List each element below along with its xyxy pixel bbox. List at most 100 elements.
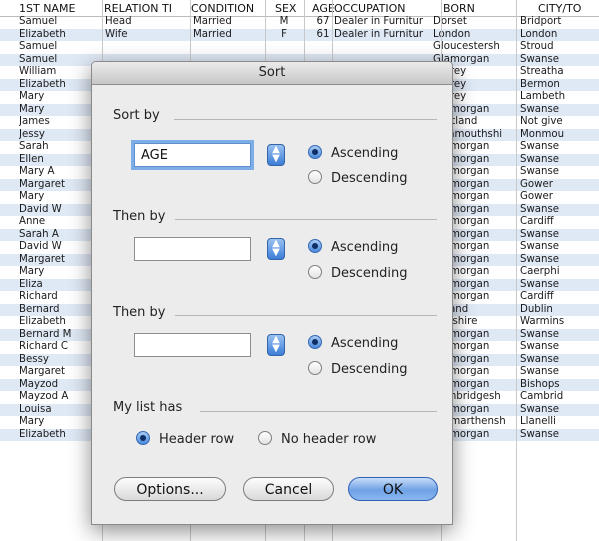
table-cell[interactable]: Cardiff <box>520 291 599 303</box>
then-by-2-ascending-radio[interactable]: Ascending <box>308 335 398 351</box>
table-cell[interactable]: Swanse <box>520 166 599 178</box>
column-header[interactable]: OCCUPATION <box>334 2 406 15</box>
table-cell[interactable]: Married <box>193 29 263 41</box>
table-cell[interactable]: Streatha <box>520 66 599 78</box>
table-cell[interactable]: Elizabeth <box>19 29 101 41</box>
table-cell[interactable]: Swanse <box>520 241 599 253</box>
table-cell[interactable]: Swanse <box>520 279 599 291</box>
table-cell[interactable]: Mary <box>19 104 101 116</box>
table-cell[interactable]: Samuel <box>19 16 101 28</box>
header-row-radio[interactable]: Header row <box>136 431 234 447</box>
table-cell[interactable]: William <box>19 66 101 78</box>
table-cell[interactable]: Dorset <box>433 16 505 28</box>
table-cell[interactable]: Swanse <box>520 366 599 378</box>
then-by-2-field[interactable] <box>134 333 251 357</box>
then-by-1-field[interactable] <box>134 237 251 261</box>
table-cell[interactable]: Margaret <box>19 254 101 266</box>
table-cell[interactable]: Dublin <box>520 304 599 316</box>
table-cell[interactable]: Anne <box>19 216 101 228</box>
table-cell[interactable]: Caerphi <box>520 266 599 278</box>
table-cell[interactable]: Samuel <box>19 41 101 53</box>
table-cell[interactable]: Richard <box>19 291 101 303</box>
table-cell[interactable]: Mayzod <box>19 379 101 391</box>
table-cell[interactable]: Married <box>193 16 263 28</box>
table-cell[interactable]: Dealer in Furnitur <box>334 29 430 41</box>
table-cell[interactable]: Jessy <box>19 129 101 141</box>
table-cell[interactable]: Eliza <box>19 279 101 291</box>
ok-button[interactable]: OK <box>348 477 438 501</box>
then-by-1-ascending-radio[interactable]: Ascending <box>308 239 398 255</box>
table-cell[interactable]: Mary <box>19 191 101 203</box>
table-cell[interactable]: Monmou <box>520 129 599 141</box>
table-row[interactable]: Samuel Head Married M 67 Dealer in Furnitur Do… <box>0 16 599 28</box>
table-cell[interactable]: Cambrid <box>520 391 599 403</box>
table-cell[interactable]: M <box>268 16 300 28</box>
table-cell[interactable]: London <box>433 29 505 41</box>
then-by-1-descending-radio[interactable]: Descending <box>308 265 408 281</box>
table-cell[interactable]: Cardiff <box>520 216 599 228</box>
table-cell[interactable]: Not give <box>520 116 599 128</box>
table-cell[interactable]: Dealer in Furnitur <box>334 16 430 28</box>
table-row[interactable]: Elizabeth Wife Married F 61 Dealer in Furnitu… <box>0 28 599 41</box>
table-cell[interactable]: Ellen <box>19 154 101 166</box>
table-cell[interactable]: Bessy <box>19 354 101 366</box>
table-cell[interactable]: Swanse <box>520 204 599 216</box>
table-cell[interactable]: Swanse <box>520 141 599 153</box>
table-cell[interactable]: Swanse <box>520 254 599 266</box>
table-cell[interactable]: Llanelli <box>520 416 599 428</box>
table-cell[interactable]: James <box>19 116 101 128</box>
up-down-arrows-icon[interactable]: ▲ ▼ <box>267 334 285 356</box>
table-cell[interactable]: Lambeth <box>520 91 599 103</box>
table-cell[interactable]: Mary <box>19 416 101 428</box>
column-header[interactable]: RELATION TI <box>104 2 190 15</box>
table-cell[interactable]: Wife <box>105 29 189 41</box>
options-button[interactable]: Options... <box>114 477 226 501</box>
table-cell[interactable]: London <box>520 29 599 41</box>
table-cell[interactable]: Samuel <box>19 54 101 66</box>
table-cell[interactable]: Swanse <box>520 429 599 441</box>
table-cell[interactable]: Louisa <box>19 404 101 416</box>
table-cell[interactable]: Mary A <box>19 166 101 178</box>
table-cell[interactable]: Elizabeth <box>19 79 101 91</box>
table-cell[interactable]: Swanse <box>520 54 599 66</box>
table-cell[interactable]: Sarah <box>19 141 101 153</box>
sort-by-ascending-radio[interactable]: Ascending <box>308 145 398 161</box>
sort-by-descending-radio[interactable]: Descending <box>308 170 408 186</box>
table-cell[interactable]: Swanse <box>520 341 599 353</box>
table-cell[interactable]: Mary <box>19 266 101 278</box>
table-cell[interactable]: Gower <box>520 179 599 191</box>
dialog-titlebar[interactable]: Sort <box>92 62 452 85</box>
table-cell[interactable]: Stroud <box>520 41 599 53</box>
table-cell[interactable]: Swanse <box>520 229 599 241</box>
up-down-arrows-icon[interactable]: ▲ ▼ <box>267 144 285 166</box>
table-cell[interactable]: Bernard <box>19 304 101 316</box>
column-header[interactable]: SEX <box>275 2 296 15</box>
table-cell[interactable]: Mayzod A <box>19 391 101 403</box>
column-header[interactable]: 1ST NAME <box>19 2 75 15</box>
table-cell[interactable]: Head <box>105 16 189 28</box>
table-cell[interactable]: Bermon <box>520 79 599 91</box>
table-cell[interactable]: Mary <box>19 91 101 103</box>
table-cell[interactable]: Gloucestersh <box>433 41 505 53</box>
table-cell[interactable]: Swanse <box>520 404 599 416</box>
table-cell[interactable]: Swanse <box>520 154 599 166</box>
table-cell[interactable]: F <box>268 29 300 41</box>
table-cell[interactable]: Sarah A <box>19 229 101 241</box>
column-header[interactable]: BORN <box>443 2 475 15</box>
table-cell[interactable]: Richard C <box>19 341 101 353</box>
table-cell[interactable]: Swanse <box>520 354 599 366</box>
table-cell[interactable]: Bernard M <box>19 329 101 341</box>
table-row[interactable]: Samuel Gloucestersh Stroud <box>0 41 599 53</box>
table-cell[interactable]: Margaret <box>19 179 101 191</box>
table-cell[interactable]: Swanse <box>520 104 599 116</box>
table-cell[interactable]: Swanse <box>520 329 599 341</box>
table-cell[interactable]: Margaret <box>19 366 101 378</box>
no-header-row-radio[interactable]: No header row <box>258 431 376 447</box>
sort-by-field[interactable]: AGE <box>134 143 251 167</box>
then-by-2-descending-radio[interactable]: Descending <box>308 361 408 377</box>
table-cell[interactable]: Gower <box>520 191 599 203</box>
column-header[interactable]: CITY/TO <box>538 2 581 15</box>
table-cell[interactable]: Bishops <box>520 379 599 391</box>
up-down-arrows-icon[interactable]: ▲ ▼ <box>267 238 285 260</box>
table-cell[interactable]: Elizabeth <box>19 429 101 441</box>
